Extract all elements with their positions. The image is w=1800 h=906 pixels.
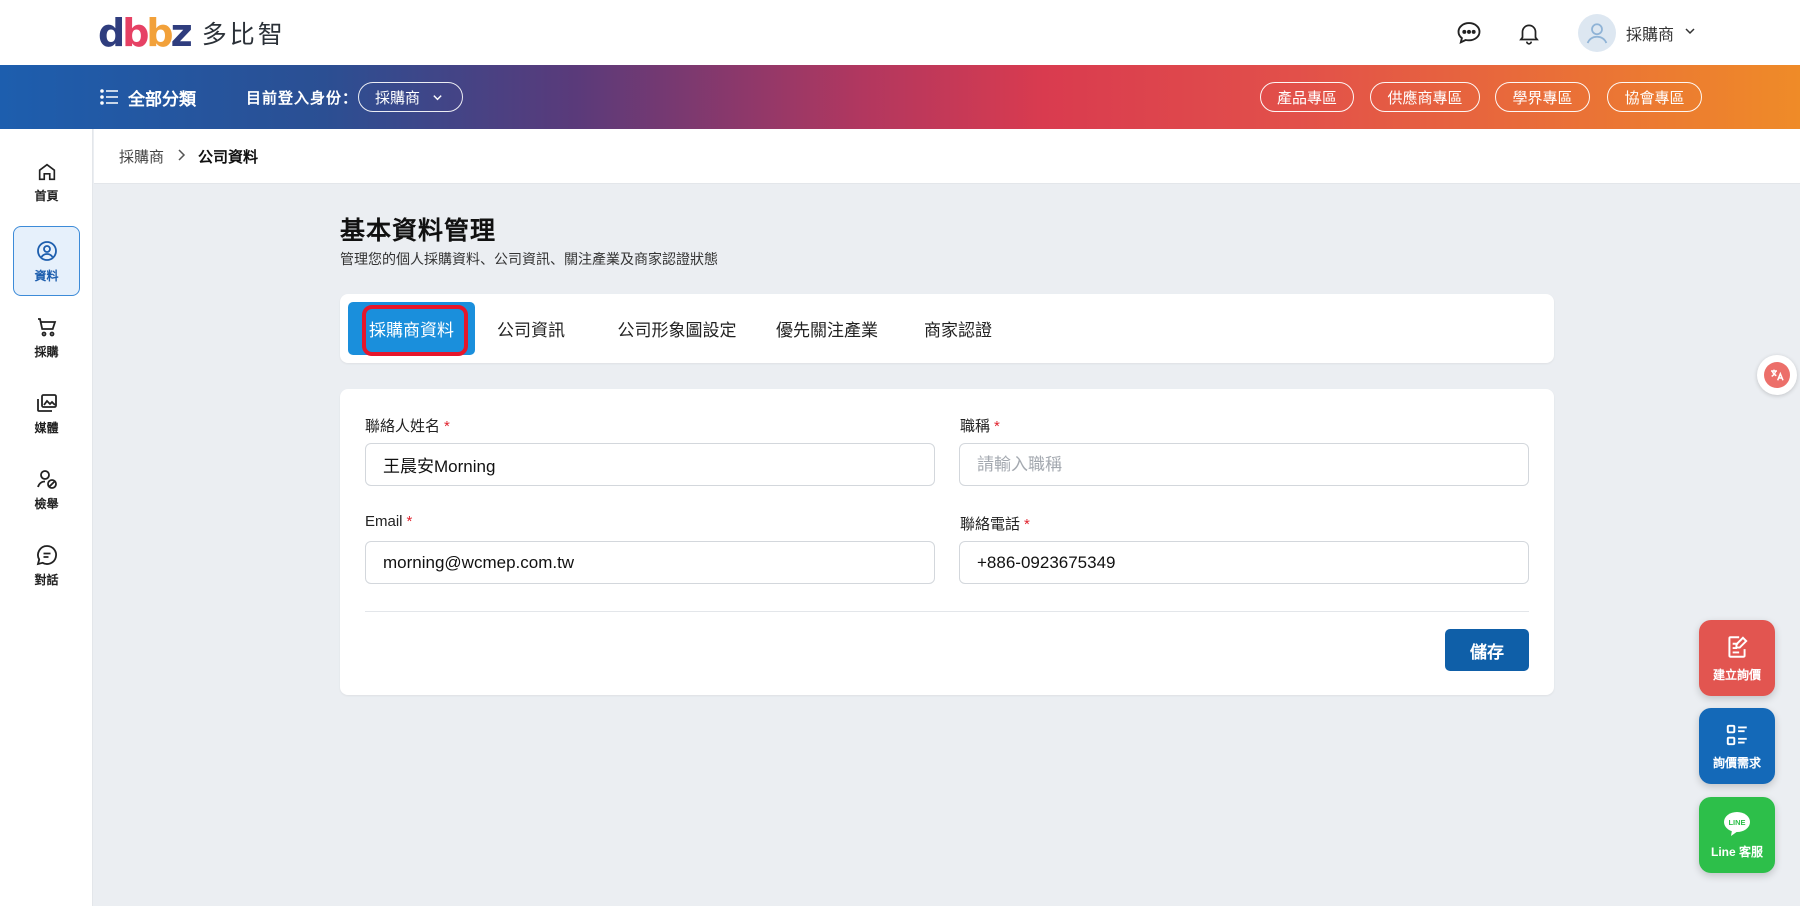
required-mark: * (444, 418, 450, 435)
all-categories-label: 全部分類 (128, 89, 196, 109)
form-divider (365, 611, 1529, 612)
buyer-form-card: 聯絡人姓名* 職稱* Email* 聯絡電話* 儲存 (340, 389, 1554, 695)
line-service-label: Line 客服 (1710, 844, 1763, 859)
home-icon (38, 163, 55, 180)
sidebar-item-profile[interactable]: 資料 (13, 226, 80, 296)
required-mark: * (994, 418, 1000, 435)
media-icon (36, 393, 57, 412)
line-service-button[interactable]: LINE Line 客服 (1699, 797, 1775, 873)
tab-merchant-verification[interactable]: 商家認證 (920, 302, 996, 355)
page-title: 基本資料管理 (340, 217, 497, 245)
message-icon[interactable] (1454, 18, 1484, 48)
contact-name-field[interactable] (365, 443, 935, 486)
chevron-right-icon (176, 148, 186, 165)
sidebar-item-purchase[interactable]: 採購 (13, 302, 80, 372)
job-title-field[interactable] (959, 443, 1529, 486)
create-quote-button[interactable]: 建立詢價 (1699, 620, 1775, 696)
save-button[interactable]: 儲存 (1445, 629, 1529, 671)
list-icon (100, 89, 118, 105)
email-label: Email * (365, 513, 413, 530)
zone-association-button[interactable]: 協會專區 (1607, 82, 1702, 112)
top-header: dbbz 多比智 採購商 (0, 0, 1800, 65)
contact-name-label: 聯絡人姓名 * (365, 418, 450, 435)
translate-icon (1764, 362, 1790, 388)
line-icon: LINE (1724, 811, 1750, 836)
job-title-label: 職稱 * (960, 418, 1000, 435)
breadcrumb-bar: 採購商 公司資料 (94, 129, 1800, 184)
sidebar-item-label: 採購 (34, 344, 59, 359)
tabs-card: 採購商資料 公司資訊 公司形象圖設定 優先關注產業 商家認證 (340, 294, 1554, 363)
required-mark: * (406, 513, 413, 530)
email-field[interactable] (365, 541, 935, 584)
sidebar-item-label: 對話 (34, 572, 59, 587)
edit-note-icon (1728, 635, 1748, 658)
user-circle-icon (36, 240, 57, 261)
logo-mark: dbbz (98, 11, 193, 55)
tab-company-info[interactable]: 公司資訊 (490, 302, 572, 355)
brand-logo[interactable]: dbbz 多比智 (98, 14, 286, 52)
phone-field[interactable] (959, 541, 1529, 584)
list-grid-icon (1726, 724, 1747, 745)
sidebar-item-media[interactable]: 媒體 (13, 378, 80, 448)
user-menu[interactable]: 採購商 (1578, 14, 1696, 52)
chevron-down-icon (1684, 24, 1696, 42)
tab-company-image[interactable]: 公司形象圖設定 (610, 302, 744, 355)
sidebar-item-chat[interactable]: 對話 (13, 530, 80, 600)
translate-button[interactable] (1757, 355, 1797, 395)
zone-products-button[interactable]: 產品專區 (1260, 82, 1354, 112)
sidebar-item-report[interactable]: 檢舉 (13, 454, 80, 524)
cart-icon (37, 317, 56, 336)
category-navbar: 全部分類 目前登入身份： 採購商 產品專區 供應商專區 學界專區 協會專區 (0, 65, 1800, 129)
sidebar-item-label: 媒體 (34, 420, 59, 435)
brand-name: 多比智 (201, 21, 286, 49)
sidebar-item-home[interactable]: 首頁 (13, 147, 80, 217)
required-mark: * (1024, 516, 1030, 533)
sidebar-item-label: 檢舉 (34, 496, 59, 511)
chat-icon (36, 544, 57, 565)
identity-select[interactable]: 採購商 (358, 82, 463, 112)
sidebar: 首頁 資料 採購 媒體 檢舉 對話 (0, 129, 93, 906)
user-name: 採購商 (1626, 27, 1675, 44)
zone-suppliers-button[interactable]: 供應商專區 (1370, 82, 1480, 112)
identity-label: 目前登入身份： (246, 89, 359, 107)
phone-label: 聯絡電話 * (960, 516, 1030, 533)
page-subtitle: 管理您的個人採購資料、公司資訊、關注產業及商家認證狀態 (340, 251, 718, 267)
all-categories-button[interactable]: 全部分類 (100, 65, 196, 129)
breadcrumb: 採購商 公司資料 (119, 129, 258, 184)
avatar (1578, 14, 1616, 52)
breadcrumb-current: 公司資料 (198, 149, 259, 166)
sidebar-item-label: 資料 (34, 268, 59, 283)
breadcrumb-parent[interactable]: 採購商 (119, 146, 164, 167)
quote-demand-label: 詢價需求 (1712, 755, 1761, 770)
create-quote-label: 建立詢價 (1712, 667, 1761, 682)
zone-academia-button[interactable]: 學界專區 (1495, 82, 1590, 112)
line-badge-text: LINE (1728, 818, 1745, 827)
chevron-down-icon (433, 94, 442, 100)
tab-buyer-info[interactable]: 採購商資料 (348, 302, 475, 355)
tab-priority-industries[interactable]: 優先關注產業 (770, 302, 884, 355)
quote-demand-button[interactable]: 詢價需求 (1699, 708, 1775, 784)
bell-icon[interactable] (1514, 18, 1544, 48)
identity-value: 採購商 (375, 89, 421, 107)
report-user-icon (36, 469, 57, 489)
sidebar-item-label: 首頁 (34, 188, 59, 203)
